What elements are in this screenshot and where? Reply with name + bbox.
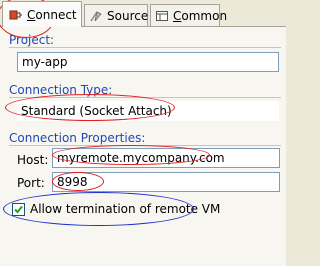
source-icon [89, 9, 103, 23]
tab-connect-label: Connect [27, 7, 77, 22]
tab-source[interactable]: Source [84, 4, 148, 26]
connection-type-value: Standard (Socket Attach) [21, 104, 172, 118]
host-label: Host: [17, 153, 49, 167]
host-value: myremote.mycompany.com [57, 151, 225, 165]
connection-type-label: Connection Type: [9, 83, 113, 97]
port-value: 8998 [57, 175, 88, 189]
allow-termination-row[interactable]: Allow termination of remote VM [12, 202, 220, 216]
tab-strip: Connect Source Common [0, 0, 286, 27]
connection-properties-rule [9, 145, 281, 146]
tab-common-label: Common [173, 8, 228, 23]
allow-termination-checkbox[interactable] [12, 202, 25, 216]
project-field[interactable]: my-app [17, 52, 279, 72]
connection-type-select[interactable]: Standard (Socket Attach) [17, 101, 279, 121]
common-icon [155, 9, 169, 23]
tab-connect[interactable]: Connect [2, 1, 82, 27]
connection-type-rule [9, 97, 281, 98]
allow-termination-label: Allow termination of remote VM [30, 202, 221, 216]
project-label: Project: [9, 33, 55, 47]
port-field[interactable]: 8998 [52, 172, 280, 192]
checkmark-icon [14, 205, 23, 213]
tab-common[interactable]: Common [150, 4, 227, 26]
port-label: Port: [17, 176, 45, 190]
project-value: my-app [22, 55, 68, 69]
connection-properties-label: Connection Properties: [9, 131, 146, 145]
tab-source-label: Source [107, 8, 149, 23]
project-rule [9, 47, 281, 48]
host-field[interactable]: myremote.mycompany.com [52, 148, 280, 168]
connect-icon [9, 8, 23, 22]
